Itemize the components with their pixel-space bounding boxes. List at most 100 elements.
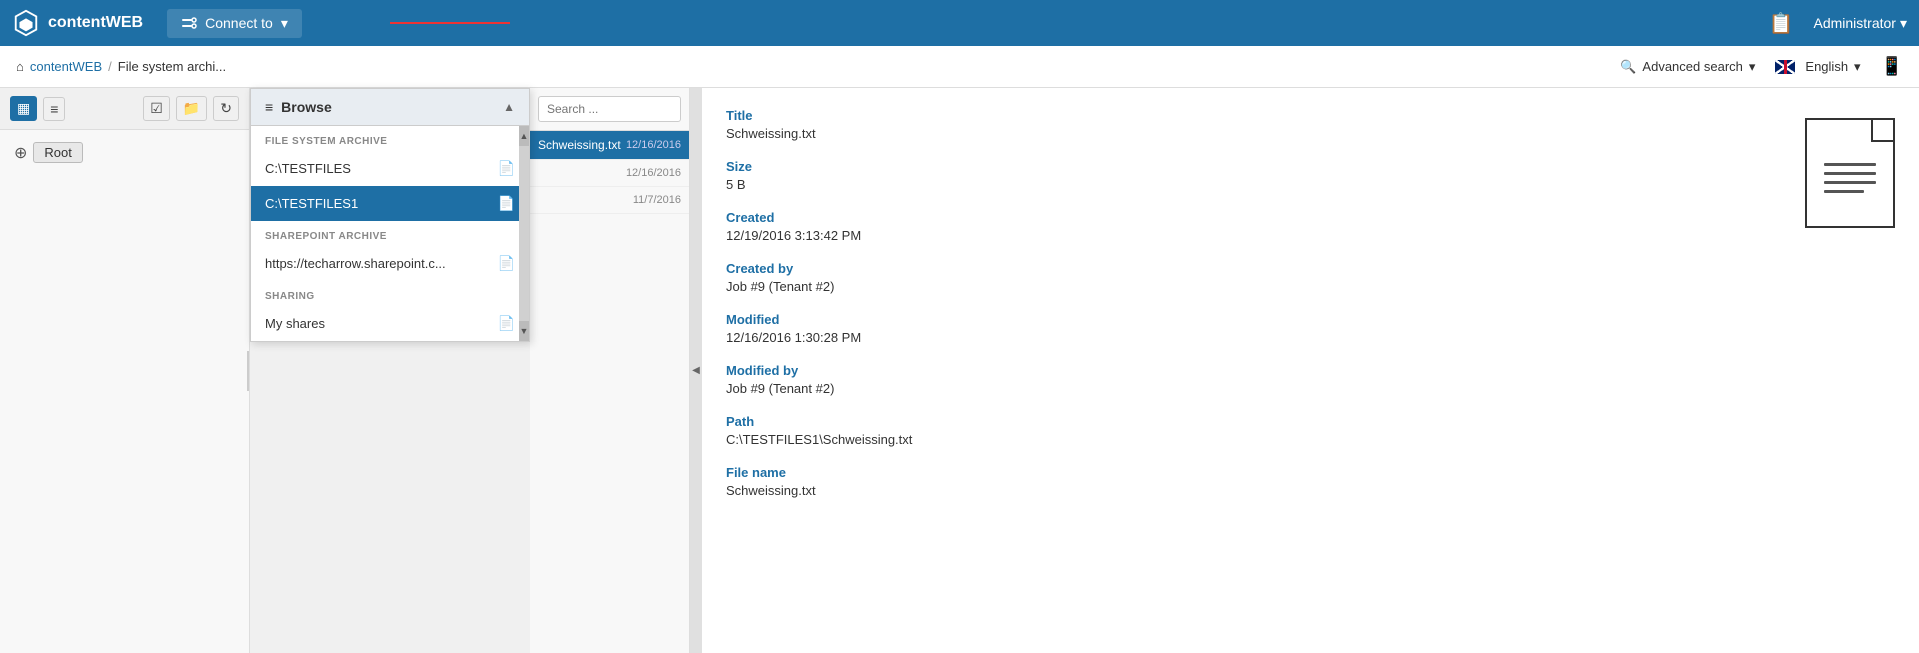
created-field: Created 12/19/2016 3:13:42 PM [726,210,1775,243]
flag-icon [1775,60,1795,74]
root-label: Root [33,142,82,163]
title-field: Title Schweissing.txt [726,108,1775,141]
created-label: Created [726,210,1775,225]
refresh-button[interactable]: ↻ [213,96,239,121]
tree-area: ⊕ Root [0,130,249,653]
middle-panel-collapse-handle[interactable]: ◀ [690,88,702,653]
breadcrumb-separator: / [108,59,112,74]
scroll-down-button[interactable]: ▼ [519,321,529,341]
browse-label: Browse [281,99,332,115]
advanced-search-caret: ▾ [1749,59,1756,75]
file-date: 12/16/2016 [626,139,681,151]
document-lines [1810,163,1890,193]
modified-value: 12/16/2016 1:30:28 PM [726,330,1775,345]
breadcrumb: ⌂ contentWEB / File system archi... [16,59,1620,74]
app-name: contentWEB [48,14,143,32]
created-value: 12/19/2016 3:13:42 PM [726,228,1775,243]
language-label: English [1805,59,1848,74]
modified-field: Modified 12/16/2016 1:30:28 PM [726,312,1775,345]
fs-testfiles1-icon: 📄 [498,195,515,212]
check-button[interactable]: ☑ [143,96,170,121]
created-by-field: Created by Job #9 (Tenant #2) [726,261,1775,294]
left-panel: ▦ ≡ ☑ 📁 ↻ ⊕ Root ◀ [0,88,250,653]
advanced-search-label: Advanced search [1642,59,1742,74]
fs-testfiles1-item[interactable]: C:\TESTFILES1 📄 [251,186,529,221]
size-field: Size 5 B [726,159,1775,192]
sp-sharepoint-item[interactable]: https://techarrow.sharepoint.c... 📄 [251,246,529,281]
file-item[interactable]: Schweissing.txt 12/16/2016 [530,131,689,160]
modified-label: Modified [726,312,1775,327]
fs-testfiles-item[interactable]: C:\TESTFILES 📄 [251,151,529,186]
language-caret: ▾ [1854,59,1861,75]
created-by-label: Created by [726,261,1775,276]
browse-icon: ≡ [265,99,273,115]
fs-testfiles1-label: C:\TESTFILES1 [265,196,358,211]
tree-root-item[interactable]: ⊕ Root [8,138,241,167]
size-value: 5 B [726,177,1775,192]
modified-by-label: Modified by [726,363,1775,378]
language-button[interactable]: English ▾ [1775,59,1860,75]
sp-archive-section-label: SHAREPOINT ARCHIVE [251,221,529,246]
title-label: Title [726,108,1775,123]
admin-caret: ▾ [1900,15,1907,32]
fs-archive-section-label: FILE SYSTEM ARCHIVE [251,126,529,151]
created-by-value: Job #9 (Tenant #2) [726,279,1775,294]
document-icon [1805,118,1895,228]
folder-button[interactable]: 📁 [176,96,207,121]
expand-root-button[interactable]: ⊕ [14,143,27,163]
file-list: Schweissing.txt 12/16/2016 12/16/2016 11… [530,131,689,653]
middle-panel: Schweissing.txt 12/16/2016 12/16/2016 11… [530,88,690,653]
doc-line-3 [1824,181,1876,184]
file-date: 11/7/2016 [633,194,681,206]
title-value: Schweissing.txt [726,126,1775,141]
grid-view-button[interactable]: ▦ [10,96,37,121]
nav-right-area: 📋 Administrator ▾ [1765,7,1907,40]
path-label: Path [726,414,1775,429]
breadcrumb-current: File system archi... [118,59,226,74]
my-shares-label: My shares [265,316,325,331]
dropdown-title: ≡ Browse [265,99,332,115]
doc-line-4 [1824,190,1864,193]
breadcrumb-right: 🔍 Advanced search ▾ English ▾ 📱 [1620,56,1903,77]
dropdown-scrollbar[interactable]: ▲ ▼ [519,126,529,341]
red-indicator-line [390,22,510,24]
admin-menu-button[interactable]: Administrator ▾ [1814,15,1908,32]
app-logo: contentWEB [12,9,143,37]
dropdown-collapse-button[interactable]: ▲ [503,100,515,114]
fs-testfiles-icon: 📄 [498,160,515,177]
logo-icon [12,9,40,37]
search-icon: 🔍 [1620,59,1636,75]
top-navigation: contentWEB Connect to ▾ 📋 Administrator … [0,0,1919,46]
clipboard-button[interactable]: 📋 [1765,7,1798,40]
breadcrumb-home-link[interactable]: contentWEB [30,59,102,74]
sp-sharepoint-label: https://techarrow.sharepoint.c... [265,256,446,271]
my-shares-item[interactable]: My shares 📄 [251,306,529,341]
left-panel-collapse-button[interactable]: ◀ [247,351,250,391]
modified-by-field: Modified by Job #9 (Tenant #2) [726,363,1775,396]
doc-line-2 [1824,172,1876,175]
connect-to-label: Connect to [205,15,273,31]
filename-field: File name Schweissing.txt [726,465,1775,498]
toolbar-row: ▦ ≡ ☑ 📁 ↻ [0,88,249,130]
file-item[interactable]: 12/16/2016 [530,160,689,187]
my-shares-icon: 📄 [498,315,515,332]
file-item[interactable]: 11/7/2016 [530,187,689,214]
filename-label: File name [726,465,1775,480]
admin-label: Administrator [1814,15,1896,31]
list-view-button[interactable]: ≡ [43,97,65,121]
mobile-icon: 📱 [1881,56,1903,77]
dropdown-header: ≡ Browse ▲ [251,89,529,126]
fs-testfiles-label: C:\TESTFILES [265,161,351,176]
file-name: Schweissing.txt [538,138,621,152]
home-icon: ⌂ [16,59,24,74]
detail-panel: Title Schweissing.txt Size 5 B Created 1… [702,88,1919,653]
clipboard-icon: 📋 [1769,13,1794,35]
size-label: Size [726,159,1775,174]
connect-to-button[interactable]: Connect to ▾ [167,9,302,38]
file-preview [1805,108,1895,633]
search-input[interactable] [538,96,681,122]
scroll-thumb [519,146,529,321]
advanced-search-button[interactable]: 🔍 Advanced search ▾ [1620,59,1755,75]
scroll-up-button[interactable]: ▲ [519,126,529,146]
detail-fields: Title Schweissing.txt Size 5 B Created 1… [726,108,1775,633]
